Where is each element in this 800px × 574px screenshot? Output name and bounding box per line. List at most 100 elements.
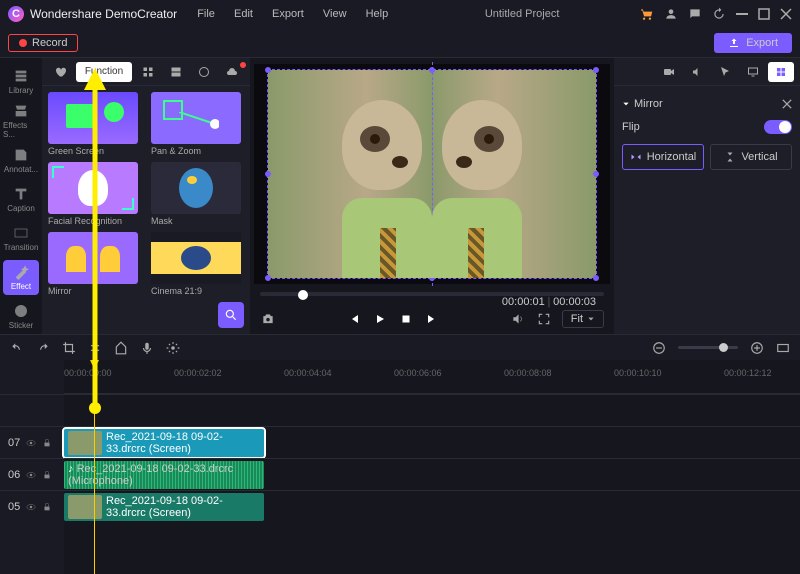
search-icon [224,308,238,322]
flip-toggle[interactable] [764,120,792,134]
menu-view[interactable]: View [323,8,347,20]
tool-sticker[interactable]: Sticker [3,299,39,334]
ptab-screen[interactable] [740,62,766,82]
prev-icon [348,313,360,325]
selection-bounds[interactable] [267,69,597,279]
tab-layout1[interactable] [164,62,188,82]
timeline-ruler[interactable]: 00:00:00:00 00:00:02:02 00:00:04:04 00:0… [64,360,800,394]
grid-icon [142,66,154,78]
tab-function[interactable]: Function [76,62,132,82]
time-current: 00:00:01 [502,296,545,308]
effect-cinema[interactable]: Cinema 21:9 [151,232,244,296]
zoom-slider[interactable] [678,346,738,349]
topbar: Record Export [0,28,800,58]
track-05[interactable]: Rec_2021-09-18 09-02-33.drcrc (Screen) [64,490,800,522]
split-icon[interactable] [88,341,102,355]
fit-timeline-icon[interactable] [776,341,790,355]
next-button[interactable] [424,311,440,327]
export-label: Export [746,37,778,49]
zoom-out-icon[interactable] [652,341,666,355]
menu-export[interactable]: Export [272,8,304,20]
lock-icon[interactable] [42,470,52,480]
flip-label: Flip [622,121,640,133]
flip-vertical-button[interactable]: Vertical [710,144,792,170]
user-icon[interactable] [664,7,678,21]
refresh-icon[interactable] [712,7,726,21]
track-head-06[interactable]: 06 [0,458,64,490]
record-dot-icon [19,39,27,47]
eye-icon[interactable] [26,438,36,448]
export-button[interactable]: Export [714,33,792,53]
maximize-icon[interactable] [758,8,770,20]
timeline-tracks[interactable]: 00:00:00:00 00:00:02:02 00:00:04:04 00:0… [64,360,800,574]
play-button[interactable] [372,311,388,327]
record-button[interactable]: Record [8,34,78,52]
menu-edit[interactable]: Edit [234,8,253,20]
ptab-audio[interactable] [684,62,710,82]
video-icon [662,66,676,78]
effect-pan-zoom[interactable]: Pan & Zoom [151,92,244,156]
tool-annotation[interactable]: Annotat... [3,143,39,178]
time-total: 00:00:03 [553,296,596,308]
eye-icon[interactable] [26,470,36,480]
prev-button[interactable] [346,311,362,327]
tab-favorite[interactable] [48,62,72,82]
close-icon[interactable] [780,8,792,20]
stop-icon [400,313,412,325]
preview-canvas[interactable] [254,64,610,284]
cart-icon[interactable] [640,7,654,21]
track-head-07[interactable]: 07 [0,426,64,458]
undo-icon[interactable] [10,341,24,355]
snapshot-button[interactable] [260,311,276,327]
marker-icon[interactable] [114,341,128,355]
effect-mask[interactable]: Mask [151,162,244,226]
playback-controls: Fit [254,304,610,334]
heart-icon [54,66,66,78]
export-icon [728,37,740,49]
tool-effects-store[interactable]: Effects S... [3,103,39,139]
minimize-icon[interactable] [736,8,748,20]
zoom-in-icon[interactable] [750,341,764,355]
mic-icon[interactable] [140,341,154,355]
tool-library[interactable]: Library [3,64,39,99]
menu-help[interactable]: Help [366,8,389,20]
redo-icon[interactable] [36,341,50,355]
record-label: Record [32,37,67,49]
tool-transition[interactable]: Transition [3,221,39,256]
close-section-icon[interactable] [782,99,792,109]
message-icon[interactable] [688,7,702,21]
menu-file[interactable]: File [197,8,215,20]
crop-icon[interactable] [62,341,76,355]
settings-icon[interactable] [166,341,180,355]
search-button[interactable] [218,302,244,328]
volume-button[interactable] [510,311,526,327]
tab-layout2[interactable] [192,62,216,82]
fullscreen-button[interactable] [536,311,552,327]
chevron-down-icon[interactable] [622,100,630,108]
tab-grid[interactable] [136,62,160,82]
effects-grid: Green Screen Pan & Zoom Facial Recogniti… [42,86,250,296]
effect-facial-recognition[interactable]: Facial Recognition [48,162,141,226]
stop-button[interactable] [398,311,414,327]
tool-caption[interactable]: Caption [3,182,39,217]
next-icon [426,313,438,325]
ptab-cursor[interactable] [712,62,738,82]
track-06[interactable]: ♪ Rec_2021-09-18 09-02-33.drcrc (Microph… [64,458,800,490]
ptab-effect[interactable] [768,62,794,82]
ptab-video[interactable] [656,62,682,82]
playhead[interactable] [94,360,95,574]
project-title: Untitled Project [410,8,634,20]
track-07[interactable]: Rec_2021-09-18 09-02-33.drcrc (Screen) [64,426,800,458]
track-head-05[interactable]: 05 [0,490,64,522]
effect-green-screen[interactable]: Green Screen [48,92,141,156]
flip-horizontal-button[interactable]: Horizontal [622,144,704,170]
app-logo: C [8,6,24,22]
lock-icon[interactable] [42,502,52,512]
layout1-icon [170,66,182,78]
eye-icon[interactable] [26,502,36,512]
speaker-icon [690,66,704,78]
tool-effect[interactable]: Effect [3,260,39,295]
effect-mirror[interactable]: Mirror [48,232,141,296]
fit-dropdown[interactable]: Fit [562,310,604,328]
lock-icon[interactable] [42,438,52,448]
